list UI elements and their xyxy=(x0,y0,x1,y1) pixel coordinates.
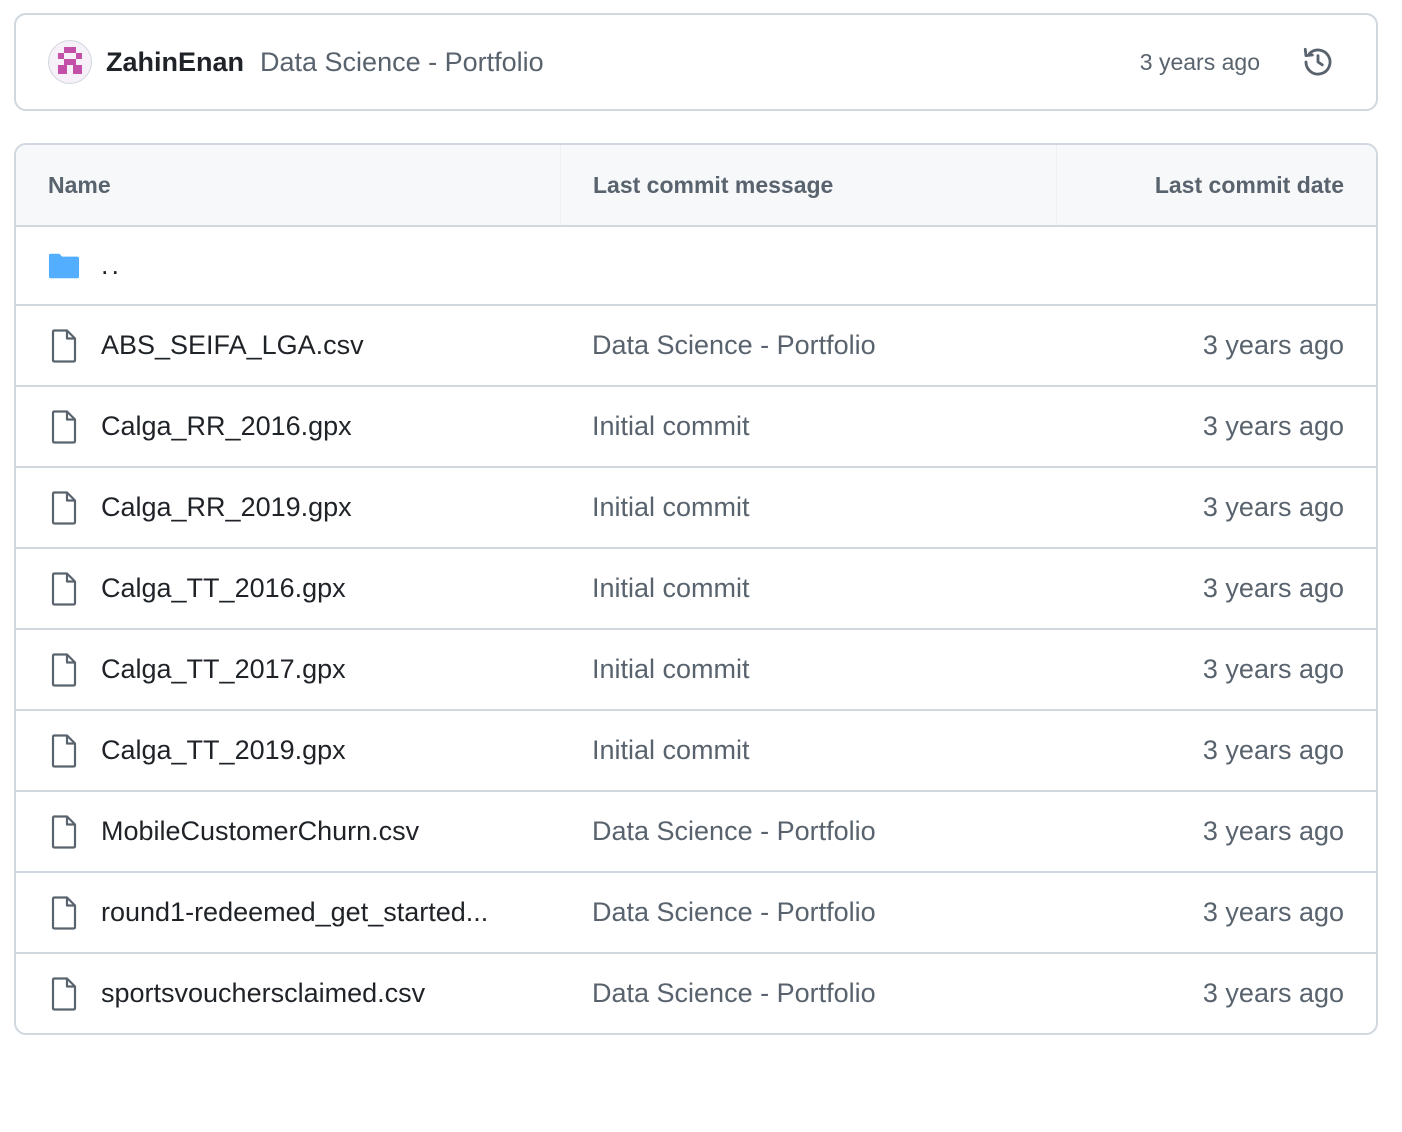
commit-date: 3 years ago xyxy=(1202,978,1344,1008)
file-name-link[interactable]: round1-redeemed_get_started... xyxy=(101,897,488,928)
commit-message-link[interactable]: Initial commit xyxy=(560,573,1056,604)
table-row[interactable]: round1-redeemed_get_started... Data Scien… xyxy=(16,871,1376,952)
latest-commit-bar: ZahinEnan Data Science - Portfolio 3 yea… xyxy=(14,13,1378,111)
header-commit-message: Last commit message xyxy=(560,145,1056,225)
commit-date: 3 years ago xyxy=(1202,573,1344,603)
file-icon xyxy=(48,895,80,931)
parent-directory-link[interactable]: .. xyxy=(101,250,122,281)
file-name-link[interactable]: Calga_TT_2017.gpx xyxy=(101,654,346,685)
table-row[interactable]: Calga_RR_2019.gpx Initial commit 3 years a… xyxy=(16,466,1376,547)
header-name: Name xyxy=(48,171,111,198)
commit-author[interactable]: ZahinEnan xyxy=(106,47,244,78)
header-commit-date: Last commit date xyxy=(1056,145,1376,225)
history-icon xyxy=(1303,47,1332,76)
commit-date: 3 years ago xyxy=(1202,492,1344,522)
file-icon xyxy=(48,409,80,445)
commit-message-link[interactable]: Initial commit xyxy=(560,654,1056,685)
file-icon xyxy=(48,328,80,364)
commit-date: 3 years ago xyxy=(1202,816,1344,846)
file-icon xyxy=(48,814,80,850)
file-table: Name Last commit message Last commit dat… xyxy=(14,143,1378,1035)
parent-directory-row[interactable]: .. xyxy=(16,227,1376,304)
commit-date: 3 years ago xyxy=(1202,735,1344,765)
file-name-link[interactable]: Calga_RR_2016.gpx xyxy=(101,411,352,442)
table-row[interactable]: sportsvouchersclaimed.csv Data Science - … xyxy=(16,952,1376,1033)
commit-date: 3 years ago xyxy=(1202,330,1344,360)
latest-commit-time: 3 years ago xyxy=(1139,48,1260,75)
commit-date: 3 years ago xyxy=(1202,411,1344,441)
table-header: Name Last commit message Last commit dat… xyxy=(16,145,1376,227)
table-row[interactable]: ABS_SEIFA_LGA.csv Data Science - Portfoli… xyxy=(16,304,1376,385)
file-icon xyxy=(48,490,80,526)
commit-date: 3 years ago xyxy=(1202,654,1344,684)
table-row[interactable]: Calga_TT_2017.gpx Initial commit 3 years a… xyxy=(16,628,1376,709)
file-name-link[interactable]: Calga_TT_2016.gpx xyxy=(101,573,346,604)
file-icon xyxy=(48,571,80,607)
file-name-link[interactable]: Calga_TT_2019.gpx xyxy=(101,735,346,766)
commit-message-link[interactable]: Data Science - Portfolio xyxy=(560,897,1056,928)
file-rows: ABS_SEIFA_LGA.csv Data Science - Portfoli… xyxy=(16,304,1376,1033)
avatar[interactable] xyxy=(48,40,92,84)
commit-message-link[interactable]: Initial commit xyxy=(560,735,1056,766)
file-icon xyxy=(48,733,80,769)
commit-message-link[interactable]: Data Science - Portfolio xyxy=(560,978,1056,1009)
file-icon xyxy=(48,976,80,1012)
commit-message-link[interactable]: Data Science - Portfolio xyxy=(560,330,1056,361)
file-name-link[interactable]: MobileCustomerChurn.csv xyxy=(101,816,419,847)
folder-shape xyxy=(48,253,80,278)
commit-message-link[interactable]: Data Science - Portfolio xyxy=(560,816,1056,847)
file-name-link[interactable]: sportsvouchersclaimed.csv xyxy=(101,978,425,1009)
file-icon xyxy=(48,652,80,688)
history-button[interactable] xyxy=(1298,42,1338,82)
commit-message-link[interactable]: Initial commit xyxy=(560,492,1056,523)
commit-message-link[interactable]: Initial commit xyxy=(560,411,1056,442)
commit-date: 3 years ago xyxy=(1202,897,1344,927)
latest-commit-message[interactable]: Data Science - Portfolio xyxy=(260,47,544,78)
table-row[interactable]: Calga_TT_2019.gpx Initial commit 3 years a… xyxy=(16,709,1376,790)
file-name-link[interactable]: Calga_RR_2019.gpx xyxy=(101,492,352,523)
file-name-link[interactable]: ABS_SEIFA_LGA.csv xyxy=(101,330,364,361)
table-row[interactable]: Calga_RR_2016.gpx Initial commit 3 years a… xyxy=(16,385,1376,466)
folder-icon xyxy=(48,248,80,284)
identicon-icon xyxy=(58,47,82,74)
table-row[interactable]: MobileCustomerChurn.csv Data Science - Po… xyxy=(16,790,1376,871)
table-row[interactable]: Calga_TT_2016.gpx Initial commit 3 years a… xyxy=(16,547,1376,628)
